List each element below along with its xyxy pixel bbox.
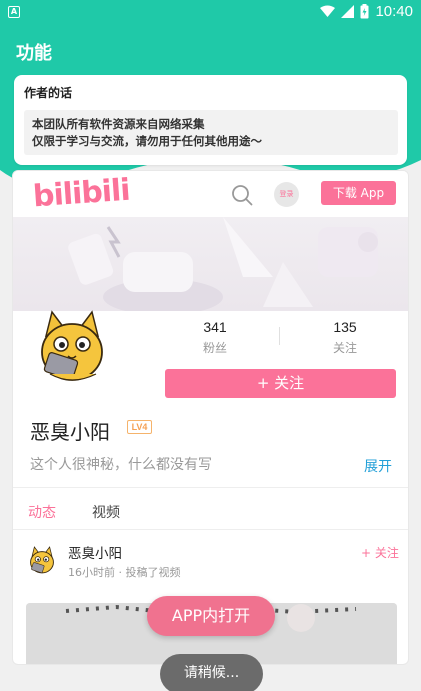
tabs-divider xyxy=(13,529,408,530)
post-meta: 16小时前 · 投稿了视频 xyxy=(68,566,181,579)
expand-link[interactable]: 展开 xyxy=(364,456,392,476)
wifi-icon xyxy=(320,5,336,17)
author-note-line-1: 本团队所有软件资源来自网络采集 xyxy=(32,117,205,131)
clock: 10:40 xyxy=(375,3,413,20)
user-bio: 这个人很神秘，什么都没有写 xyxy=(30,457,212,473)
signal-icon xyxy=(341,5,355,18)
banner-illustration xyxy=(68,217,378,311)
app-bar: 功能 xyxy=(0,24,421,80)
section-divider xyxy=(13,487,408,488)
page-title: 功能 xyxy=(16,43,52,64)
post-author-avatar[interactable] xyxy=(27,544,57,576)
fans-label: 粉丝 xyxy=(202,341,227,355)
tab-videos[interactable]: 视频 xyxy=(92,502,120,522)
post-follow-button[interactable]: + 关注 xyxy=(361,544,399,561)
stats-divider xyxy=(279,327,280,345)
following-stat[interactable]: 135 关注 xyxy=(305,319,385,356)
author-note-card: 作者的话 本团队所有软件资源来自网络采集 仅限于学习与交流，请勿用于任何其他用途… xyxy=(14,75,407,165)
following-label: 关注 xyxy=(332,341,357,355)
tab-dynamics[interactable]: 动态 xyxy=(28,502,56,522)
author-note-title: 作者的话 xyxy=(24,86,73,100)
username: 恶臭小阳 xyxy=(30,420,110,444)
loading-toast: 请稍候... xyxy=(160,654,263,691)
app-notification-icon: A xyxy=(8,6,20,18)
status-bar: A 10:40 xyxy=(0,0,421,24)
fans-stat[interactable]: 341 粉丝 xyxy=(175,319,255,356)
author-note-line-2: 仅限于学习与交流，请勿用于任何其他用途～ xyxy=(32,134,262,148)
bilibili-logo[interactable]: bilibili xyxy=(32,173,131,215)
open-in-app-button[interactable]: APP内打开 xyxy=(147,596,275,636)
search-icon[interactable] xyxy=(231,184,253,206)
bili-header: bilibili 登录 下载 App xyxy=(13,171,408,217)
battery-icon xyxy=(360,4,369,19)
follow-button[interactable]: + 关注 xyxy=(165,369,396,398)
author-note-body: 本团队所有软件资源来自网络采集 仅限于学习与交流，请勿用于任何其他用途～ xyxy=(24,110,398,155)
post-author-name[interactable]: 恶臭小阳 xyxy=(68,542,122,562)
following-count: 135 xyxy=(333,319,357,335)
user-avatar[interactable] xyxy=(36,304,108,388)
profile-banner xyxy=(13,217,408,311)
download-app-button[interactable]: 下载 App xyxy=(321,181,396,205)
level-badge: LV4 xyxy=(127,420,152,434)
bilibili-webview[interactable]: bilibili 登录 下载 App 341 粉丝 135 关注 + 关注 恶臭… xyxy=(12,170,409,665)
fans-count: 341 xyxy=(203,319,227,335)
login-button[interactable]: 登录 xyxy=(274,182,299,207)
